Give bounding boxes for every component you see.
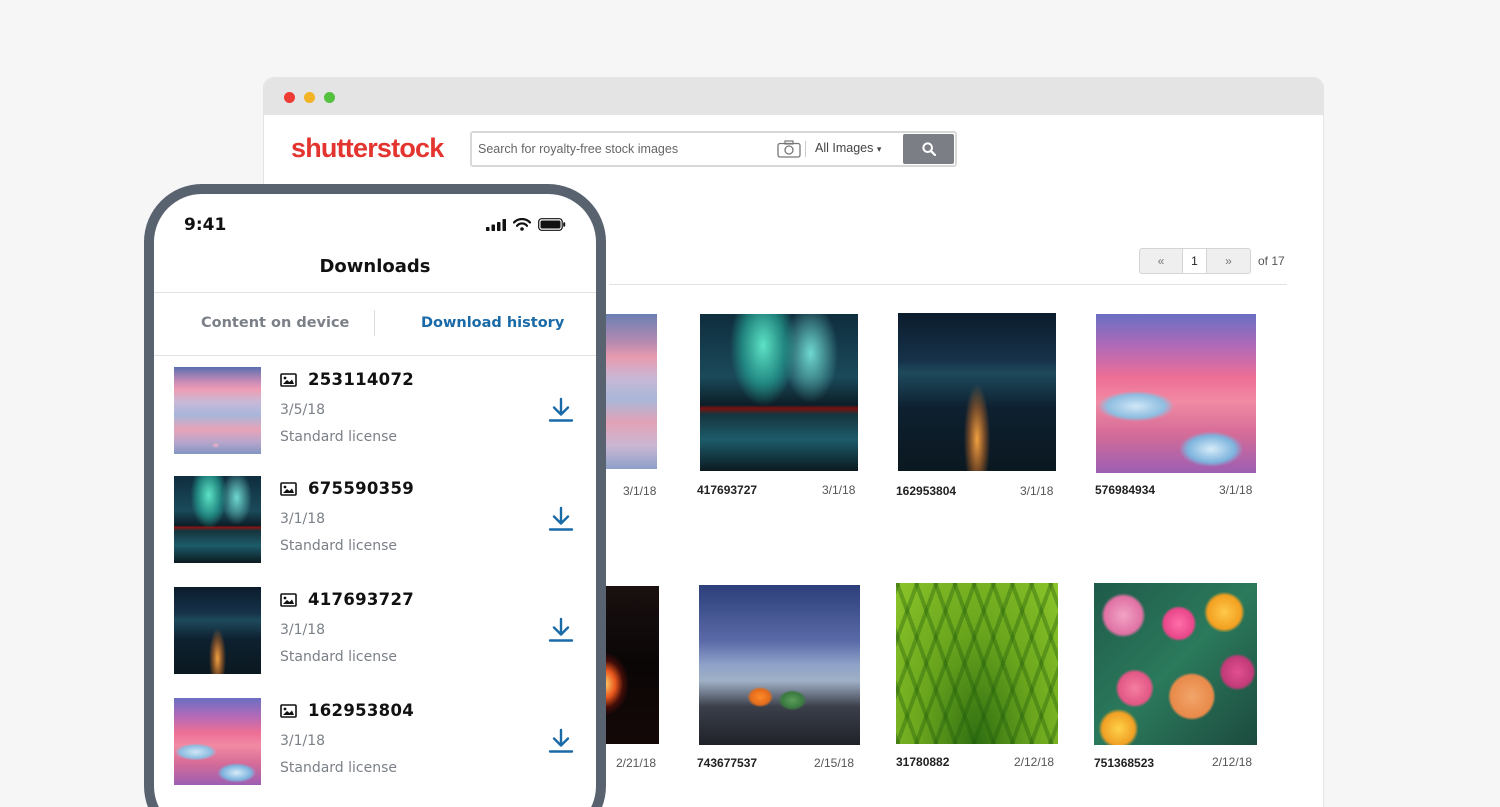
image-date: 2/15/18 xyxy=(814,756,855,770)
item-license: Standard license xyxy=(280,538,398,554)
item-id: 162953804 xyxy=(308,701,415,720)
item-license: Standard license xyxy=(280,429,398,445)
image-date: 3/1/18 xyxy=(1020,484,1054,498)
item-date: 3/1/18 xyxy=(280,733,326,749)
image-thumbnail-aurora[interactable] xyxy=(700,314,858,471)
item-date: 3/1/18 xyxy=(280,622,326,638)
item-license: Standard license xyxy=(280,649,398,665)
image-thumbnail-cosmic[interactable] xyxy=(599,586,659,744)
search-divider xyxy=(805,141,806,157)
prev-page-button[interactable]: « xyxy=(1139,248,1183,274)
phone-frame: 9:41 Downloads Content on device Downloa… xyxy=(144,184,606,807)
image-thumbnail-camping[interactable] xyxy=(699,585,860,745)
page-title: Downloads xyxy=(319,256,431,277)
next-page-button[interactable]: » xyxy=(1207,248,1251,274)
image-id[interactable]: 417693727 xyxy=(697,483,757,497)
image-thumbnail-icebergs[interactable] xyxy=(1096,314,1256,473)
tab-content-on-device[interactable]: Content on device xyxy=(201,315,349,331)
image-thumbnail-highway-night[interactable] xyxy=(898,313,1056,471)
list-item[interactable]: 162953804 3/1/18 Standard license xyxy=(154,698,596,798)
minimize-window-button[interactable] xyxy=(304,92,315,103)
image-type-label: All Images xyxy=(815,141,874,155)
item-license: Standard license xyxy=(280,760,398,776)
item-id: 417693727 xyxy=(308,590,415,609)
image-date: 2/12/18 xyxy=(1212,755,1253,769)
image-icon xyxy=(280,373,297,387)
download-icon[interactable] xyxy=(548,728,574,754)
list-item[interactable]: 675590359 3/1/18 Standard license xyxy=(154,476,596,576)
image-date: 3/1/18 xyxy=(623,484,657,498)
browser-titlebar xyxy=(264,78,1323,115)
image-icon xyxy=(280,704,297,718)
search-bar: All Images ▾ xyxy=(470,131,957,167)
item-thumbnail xyxy=(174,367,261,454)
shutterstock-logo[interactable]: shutterstock xyxy=(291,133,444,164)
page-number-input[interactable]: 1 xyxy=(1183,248,1207,274)
download-icon[interactable] xyxy=(548,397,574,423)
image-id[interactable]: 743677537 xyxy=(697,756,757,770)
divider xyxy=(609,284,1287,285)
image-id[interactable]: 751368523 xyxy=(1094,756,1154,770)
close-window-button[interactable] xyxy=(284,92,295,103)
maximize-window-button[interactable] xyxy=(324,92,335,103)
image-date: 3/1/18 xyxy=(1219,483,1253,497)
image-thumbnail-paper-flowers[interactable] xyxy=(1094,583,1257,745)
image-thumbnail-leaf[interactable] xyxy=(896,583,1058,744)
search-input[interactable] xyxy=(478,137,768,161)
image-date: 2/12/18 xyxy=(1014,755,1055,769)
download-icon[interactable] xyxy=(548,506,574,532)
phone-screen: 9:41 Downloads Content on device Downloa… xyxy=(154,194,596,807)
item-id: 675590359 xyxy=(308,479,415,498)
status-icons xyxy=(486,218,566,231)
list-item[interactable]: 417693727 3/1/18 Standard license xyxy=(154,587,596,687)
image-icon xyxy=(280,482,297,496)
pagination: « 1 » xyxy=(1139,248,1251,274)
status-time: 9:41 xyxy=(184,215,227,235)
item-id: 253114072 xyxy=(308,370,415,389)
item-thumbnail xyxy=(174,587,261,674)
item-date: 3/1/18 xyxy=(280,511,326,527)
image-type-dropdown[interactable]: All Images ▾ xyxy=(815,141,881,155)
camera-icon[interactable] xyxy=(777,140,801,158)
image-icon xyxy=(280,593,297,607)
download-icon[interactable] xyxy=(548,617,574,643)
signal-icon xyxy=(486,218,506,231)
caret-down-icon: ▾ xyxy=(876,144,882,154)
search-icon xyxy=(921,142,936,156)
image-date: 2/21/18 xyxy=(616,756,657,770)
battery-icon xyxy=(538,218,566,231)
list-item[interactable]: 253114072 3/5/18 Standard license xyxy=(154,367,596,467)
search-button[interactable] xyxy=(903,134,954,164)
image-thumbnail-flamingo[interactable] xyxy=(599,314,657,469)
image-date: 3/1/18 xyxy=(822,483,856,497)
item-thumbnail xyxy=(174,476,261,563)
page-total: of 17 xyxy=(1258,254,1285,268)
image-id[interactable]: 576984934 xyxy=(1095,483,1155,497)
divider xyxy=(154,292,596,293)
image-id[interactable]: 162953804 xyxy=(896,484,956,498)
divider xyxy=(154,355,596,356)
tab-download-history[interactable]: Download history xyxy=(421,315,564,331)
item-date: 3/5/18 xyxy=(280,402,326,418)
item-thumbnail xyxy=(174,698,261,785)
image-id[interactable]: 31780882 xyxy=(896,755,949,769)
wifi-icon xyxy=(513,218,531,231)
tab-divider xyxy=(374,310,375,336)
